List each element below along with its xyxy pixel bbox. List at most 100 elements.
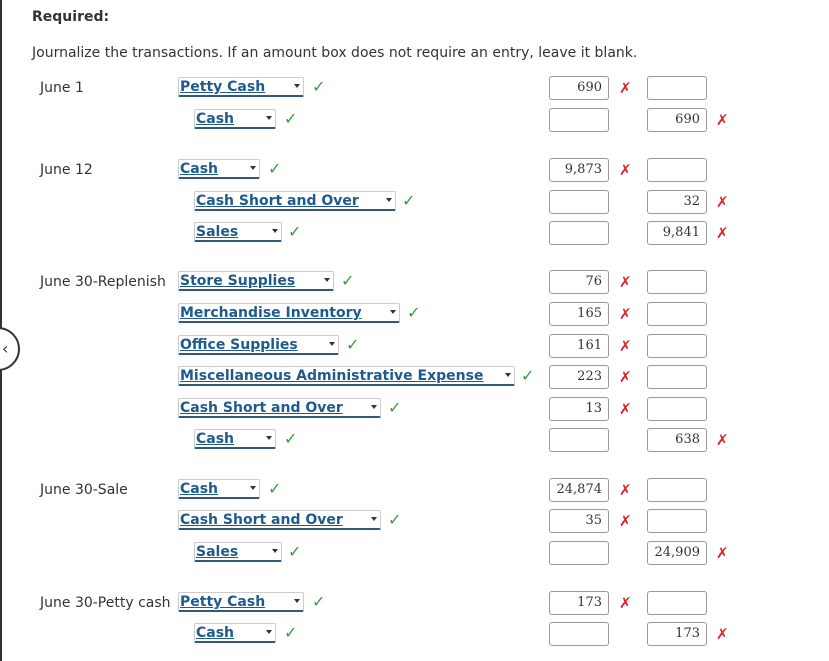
account-select-value: Sales — [196, 544, 239, 560]
debit-input[interactable] — [549, 622, 609, 646]
account-select[interactable]: Cash — [194, 429, 276, 449]
credit-input[interactable]: 173 — [647, 622, 707, 646]
check-icon: ✓ — [346, 335, 360, 354]
dropdown-arrow-icon — [266, 436, 272, 440]
debit-input[interactable] — [549, 221, 609, 245]
journal-line: June 30-Sale Cash ✓ 24,874 ✗ — [0, 478, 829, 502]
incorrect-x-icon: ✗ — [619, 368, 632, 386]
debit-input[interactable]: 690 — [549, 76, 609, 100]
credit-input[interactable] — [647, 302, 707, 326]
incorrect-x-icon: ✗ — [619, 161, 632, 179]
incorrect-x-icon: ✗ — [716, 431, 729, 449]
credit-input[interactable] — [647, 76, 707, 100]
check-icon: ✓ — [284, 623, 298, 642]
account-select[interactable]: Cash Short and Over — [178, 510, 381, 530]
incorrect-x-icon: ✗ — [619, 273, 632, 291]
dropdown-arrow-icon — [266, 630, 272, 634]
account-select[interactable]: Cash — [178, 159, 260, 179]
credit-input[interactable] — [647, 158, 707, 182]
check-icon: ✓ — [341, 271, 355, 290]
account-select-value: Cash Short and Over — [180, 400, 343, 416]
incorrect-x-icon: ✗ — [619, 305, 632, 323]
entry-date: June 12 — [40, 162, 93, 178]
credit-input[interactable] — [647, 270, 707, 294]
account-select[interactable]: Miscellaneous Administrative Expense — [178, 366, 515, 386]
account-select-value: Miscellaneous Administrative Expense — [180, 368, 484, 384]
debit-input[interactable] — [549, 108, 609, 132]
incorrect-x-icon: ✗ — [716, 224, 729, 242]
check-icon: ✓ — [402, 191, 416, 210]
check-icon: ✓ — [312, 77, 326, 96]
debit-input[interactable] — [549, 541, 609, 565]
credit-input[interactable]: 638 — [647, 428, 707, 452]
debit-input[interactable] — [549, 190, 609, 214]
account-select-value: Cash Short and Over — [180, 512, 343, 528]
dropdown-arrow-icon — [390, 310, 396, 314]
credit-input[interactable]: 9,841 — [647, 221, 707, 245]
check-icon: ✓ — [284, 429, 298, 448]
entry-date: June 30-Sale — [40, 482, 128, 498]
debit-input[interactable]: 161 — [549, 334, 609, 358]
journal-line: Miscellaneous Administrative Expense ✓ 2… — [0, 365, 829, 389]
credit-input[interactable]: 24,909 — [647, 541, 707, 565]
account-select-value: Cash — [196, 431, 235, 447]
credit-input[interactable]: 690 — [647, 108, 707, 132]
dropdown-arrow-icon — [324, 278, 330, 282]
check-icon: ✓ — [388, 510, 402, 529]
account-select-value: Cash — [180, 481, 219, 497]
journal-line: June 12 Cash ✓ 9,873 ✗ — [0, 158, 829, 182]
dropdown-arrow-icon — [250, 486, 256, 490]
dropdown-arrow-icon — [272, 549, 278, 553]
account-select[interactable]: Cash Short and Over — [178, 398, 381, 418]
account-select[interactable]: Sales — [194, 542, 282, 562]
dropdown-arrow-icon — [272, 229, 278, 233]
debit-input[interactable]: 24,874 — [549, 478, 609, 502]
account-select-value: Merchandise Inventory — [180, 305, 362, 321]
check-icon: ✓ — [268, 159, 282, 178]
journal-line: Office Supplies ✓ 161 ✗ — [0, 334, 829, 358]
account-select-value: Cash Short and Over — [196, 193, 359, 209]
incorrect-x-icon: ✗ — [619, 337, 632, 355]
journal-line: Sales ✓ 9,841 ✗ — [0, 221, 829, 245]
account-select[interactable]: Sales — [194, 222, 282, 242]
credit-input[interactable] — [647, 478, 707, 502]
account-select[interactable]: Cash — [194, 623, 276, 643]
account-select[interactable]: Merchandise Inventory — [178, 303, 400, 323]
entry-date: June 30-Petty cash — [40, 595, 171, 611]
debit-input[interactable]: 35 — [549, 509, 609, 533]
account-select-value: Sales — [196, 224, 239, 240]
debit-input[interactable]: 173 — [549, 591, 609, 615]
debit-input[interactable]: 9,873 — [549, 158, 609, 182]
credit-input[interactable]: 32 — [647, 190, 707, 214]
account-select[interactable]: Office Supplies — [178, 335, 339, 355]
journal-line: June 30-Replenish Store Supplies ✓ 76 ✗ — [0, 270, 829, 294]
debit-input[interactable]: 165 — [549, 302, 609, 326]
instructions-text: Journalize the transactions. If an amoun… — [32, 45, 638, 61]
debit-input[interactable] — [549, 428, 609, 452]
credit-input[interactable] — [647, 365, 707, 389]
account-select[interactable]: Petty Cash — [178, 77, 304, 97]
credit-input[interactable] — [647, 397, 707, 421]
account-select[interactable]: Petty Cash — [178, 592, 304, 612]
account-select-value: Office Supplies — [180, 337, 298, 353]
account-select[interactable]: Store Supplies — [178, 271, 334, 291]
account-select[interactable]: Cash — [194, 109, 276, 129]
credit-input[interactable] — [647, 334, 707, 358]
incorrect-x-icon: ✗ — [716, 193, 729, 211]
dropdown-arrow-icon — [371, 405, 377, 409]
check-icon: ✓ — [312, 592, 326, 611]
journal-line: Sales ✓ 24,909 ✗ — [0, 541, 829, 565]
credit-input[interactable] — [647, 591, 707, 615]
check-icon: ✓ — [388, 398, 402, 417]
credit-input[interactable] — [647, 509, 707, 533]
dropdown-arrow-icon — [294, 599, 300, 603]
account-select-value: Cash — [196, 111, 235, 127]
check-icon: ✓ — [288, 222, 302, 241]
account-select[interactable]: Cash — [178, 479, 260, 499]
debit-input[interactable]: 76 — [549, 270, 609, 294]
incorrect-x-icon: ✗ — [619, 400, 632, 418]
account-select[interactable]: Cash Short and Over — [194, 191, 396, 211]
debit-input[interactable]: 223 — [549, 365, 609, 389]
debit-input[interactable]: 13 — [549, 397, 609, 421]
check-icon: ✓ — [284, 109, 298, 128]
